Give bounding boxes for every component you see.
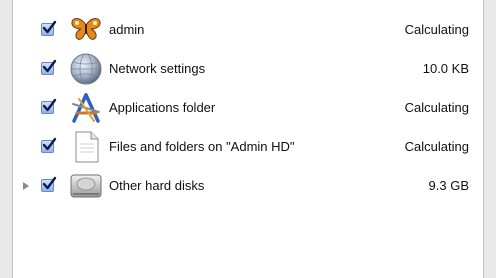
list-item-admin[interactable]: admin Calculating (13, 10, 483, 49)
list-item-network-settings[interactable]: Network settings 10.0 KB (13, 49, 483, 88)
item-label: Other hard disks (109, 178, 205, 193)
other-hard-disks-checkbox[interactable] (41, 176, 57, 192)
applications-folder-checkbox[interactable] (41, 98, 57, 114)
item-size: Calculating (404, 100, 469, 115)
item-size: Calculating (404, 22, 469, 37)
applications-icon (72, 92, 100, 123)
item-label: admin (109, 22, 145, 37)
item-label: Network settings (109, 61, 206, 76)
document-icon (75, 131, 99, 162)
disclosure-triangle-icon[interactable] (23, 181, 29, 190)
list-item-applications-folder[interactable]: Applications folder Calculating (13, 88, 483, 127)
list-item-files-and-folders[interactable]: Files and folders on "Admin HD" Calculat… (13, 127, 483, 166)
item-size: Calculating (404, 139, 469, 154)
migration-items-list: admin Calculating Network settings 10.0 … (12, 0, 484, 278)
item-size: 9.3 GB (428, 178, 469, 193)
network-settings-checkbox[interactable] (41, 59, 57, 75)
list-item-other-hard-disks[interactable]: Other hard disks 9.3 GB (13, 166, 483, 205)
network-globe-icon (70, 53, 102, 84)
item-size: 10.0 KB (422, 61, 469, 76)
item-label: Applications folder (109, 100, 216, 115)
admin-checkbox[interactable] (41, 20, 57, 36)
item-label: Files and folders on "Admin HD" (109, 139, 295, 154)
hard-disk-icon (70, 174, 102, 197)
files-and-folders-checkbox[interactable] (41, 137, 57, 153)
butterfly-icon (71, 17, 101, 40)
